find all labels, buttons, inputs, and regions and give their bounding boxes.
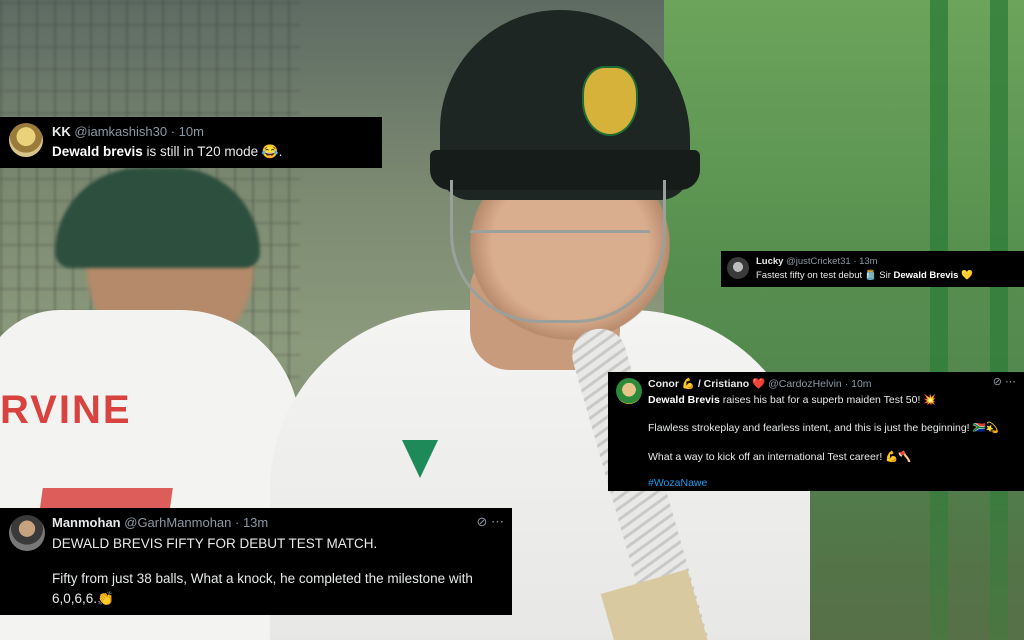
author-name[interactable]: Conor 💪 / Cristiano ❤️ [648,378,765,390]
author-handle[interactable]: @justCricket31 [786,256,851,267]
more-options-icon[interactable]: ⋯ [1005,376,1016,388]
avatar[interactable] [9,123,43,157]
tweet-body: raises his bat for a superb maiden Test … [719,394,937,406]
tweet-header: KK @iamkashish30 · 10m [52,124,204,139]
kit-logo-icon [402,440,438,478]
tweet-card-manmohan[interactable]: Manmohan @GarhManmohan · 13m ⊘ ⋯ DEWALD … [0,508,512,615]
tweet-time[interactable]: · 10m [845,378,872,390]
author-name[interactable]: KK [52,124,71,139]
tweet-text-line3: 6,0,6,6.👏 [52,591,114,606]
tweet-header: Manmohan @GarhManmohan · 13m [52,515,268,530]
tweet-time[interactable]: · 13m [235,515,268,530]
grok-icon[interactable]: ⊘ [993,376,1002,388]
tweet-bold: Dewald brevis [52,144,143,159]
tweet-time[interactable]: · 13m [853,256,877,267]
avatar[interactable] [9,515,45,551]
tweet-actions: ⊘ ⋯ [476,514,504,530]
tweet-header: Lucky @justCricket31 · 13m [756,256,878,267]
tweet-card-kk[interactable]: KK @iamkashish30 · 10m Dewald brevis is … [0,117,382,168]
tweet-text: Dewald brevis is still in T20 mode 😂. [52,144,282,160]
tweet-body: is still in T20 mode 😂. [142,144,283,159]
helmet-grille-bar [470,230,650,233]
tweet-header: Conor 💪 / Cristiano ❤️ @CardozHelvin · 1… [648,377,872,390]
tweet-card-conor[interactable]: Conor 💪 / Cristiano ❤️ @CardozHelvin · 1… [608,372,1024,491]
tweet-actions: ⊘ ⋯ [993,375,1016,388]
helmet-grille [450,180,666,323]
avatar[interactable] [616,378,642,404]
avatar[interactable] [727,257,749,279]
protea-badge-icon [582,66,638,136]
author-handle[interactable]: @CardozHelvin [768,378,842,390]
tweet-bold: Dewald Brevis [893,270,959,281]
hashtag-link[interactable]: #WozaNawe [648,477,707,489]
author-handle[interactable]: @iamkashish30 [74,124,167,139]
author-handle[interactable]: @GarhManmohan [124,515,231,530]
fielder-jersey-name: RVINE [0,388,132,432]
tweet-time[interactable]: · 10m [171,124,204,139]
tweet-emoji: 💛 [958,270,973,281]
grok-icon[interactable]: ⊘ [476,514,487,529]
tweet-text-line2: Fifty from just 38 balls, What a knock, … [52,571,473,586]
more-options-icon[interactable]: ⋯ [491,514,504,529]
tweet-text-line2: Flawless strokeplay and fearless intent,… [648,422,999,434]
tweet-text-line1: Dewald Brevis raises his bat for a super… [648,393,936,406]
tweet-card-lucky[interactable]: Lucky @justCricket31 · 13m Fastest fifty… [721,251,1024,287]
tweet-text-line1: DEWALD BREVIS FIFTY FOR DEBUT TEST MATCH… [52,536,378,551]
author-name[interactable]: Manmohan [52,515,121,530]
tweet-bold: Dewald Brevis [648,394,720,406]
author-name[interactable]: Lucky [756,256,783,267]
tweet-text-line3: What a way to kick off an international … [648,451,912,463]
tweet-text: Fastest fifty on test debut 🫙 Sir Dewald… [756,270,973,281]
tweet-body: Fastest fifty on test debut 🫙 Sir [756,270,894,281]
